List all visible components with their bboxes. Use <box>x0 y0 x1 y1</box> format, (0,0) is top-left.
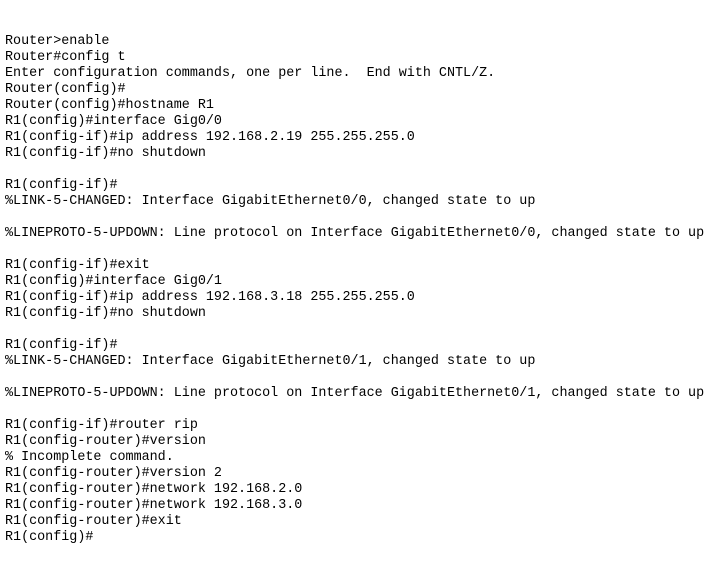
cli-line: R1(config-router)#network 192.168.3.0 <box>5 498 303 513</box>
cli-line: R1(config)#interface Gig0/1 <box>5 274 222 289</box>
cli-line: R1(config-if)#ip address 192.168.2.19 25… <box>5 130 415 145</box>
cli-line: %LINK-5-CHANGED: Interface GigabitEthern… <box>5 194 536 209</box>
cli-line: R1(config-if)# <box>5 338 118 353</box>
cli-blank-line <box>5 162 727 178</box>
cli-blank-line <box>5 242 727 258</box>
cli-line: R1(config)# <box>5 530 94 545</box>
cli-line: Router(config)# <box>5 82 126 97</box>
cli-line: R1(config-if)#router rip <box>5 418 198 433</box>
cli-line: %LINEPROTO-5-UPDOWN: Line protocol on In… <box>5 226 705 241</box>
cli-line: R1(config-router)#version <box>5 434 206 449</box>
cli-line: R1(config-if)#no shutdown <box>5 306 206 321</box>
cli-blank-line <box>5 370 727 386</box>
cli-line: Router#config t <box>5 50 126 65</box>
cli-line: R1(config-if)# <box>5 178 118 193</box>
cli-line: Enter configuration commands, one per li… <box>5 66 496 81</box>
cli-line: R1(config-if)#ip address 192.168.3.18 25… <box>5 290 415 305</box>
cli-line: R1(config-if)#no shutdown <box>5 146 206 161</box>
cli-blank-line <box>5 322 727 338</box>
cli-line: Router(config)#hostname R1 <box>5 98 214 113</box>
cli-line: R1(config-router)#network 192.168.2.0 <box>5 482 303 497</box>
cli-blank-line <box>5 402 727 418</box>
cli-line: Router>enable <box>5 34 110 49</box>
router-cli-terminal[interactable]: Router>enable Router#config t Enter config… <box>0 0 727 545</box>
cli-line: R1(config)#interface Gig0/0 <box>5 114 222 129</box>
cli-line: %LINEPROTO-5-UPDOWN: Line protocol on In… <box>5 386 705 401</box>
cli-line: R1(config-router)#version 2 <box>5 466 222 481</box>
cli-line: R1(config-router)#exit <box>5 514 182 529</box>
cli-line: %LINK-5-CHANGED: Interface GigabitEthern… <box>5 354 536 369</box>
cli-line: R1(config-if)#exit <box>5 258 150 273</box>
cli-line: % Incomplete command. <box>5 450 174 465</box>
cli-blank-line <box>5 210 727 226</box>
cli-output: Router>enable Router#config t Enter config… <box>5 34 727 546</box>
